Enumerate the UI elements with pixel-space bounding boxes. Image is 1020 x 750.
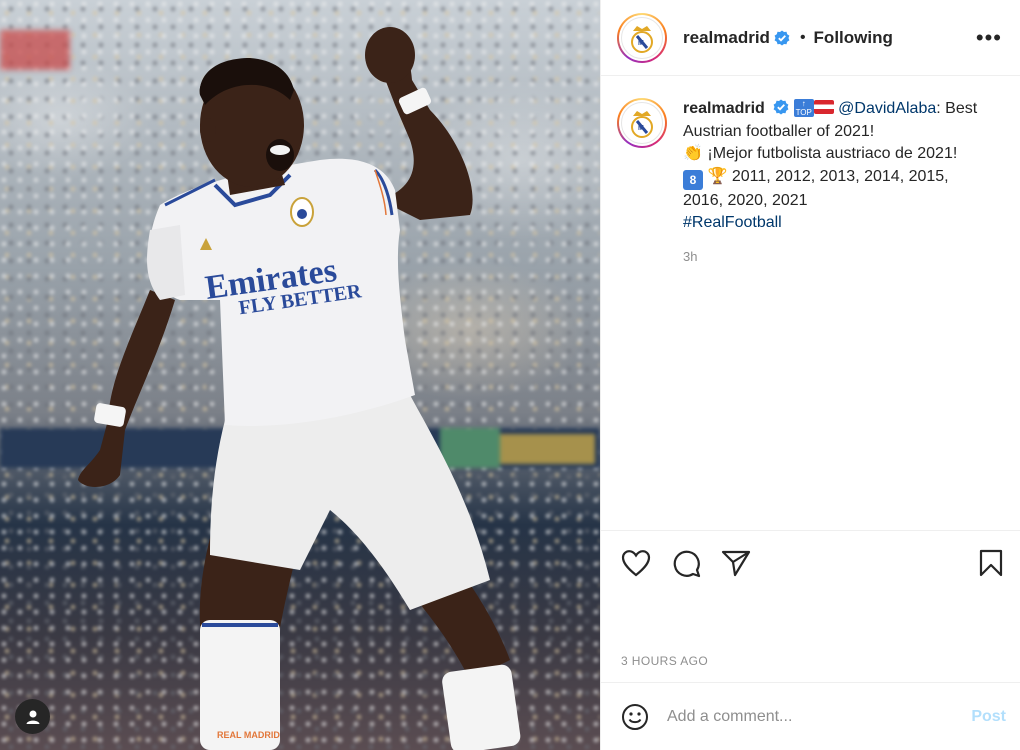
- avatar[interactable]: M: [621, 16, 663, 59]
- caption-username[interactable]: realmadrid: [683, 100, 765, 117]
- svg-text:M: M: [638, 40, 644, 47]
- emoji-button[interactable]: [621, 703, 649, 731]
- comment-input[interactable]: [665, 706, 972, 727]
- comment-bar: Post: [601, 682, 1020, 750]
- austria-flag-icon: [813, 100, 834, 114]
- post-comment-button[interactable]: Post: [971, 708, 1006, 726]
- action-bar: [601, 530, 1020, 594]
- number-8-emoji-icon: 8: [683, 169, 703, 190]
- comment-button[interactable]: [671, 548, 701, 578]
- save-button[interactable]: [978, 549, 1004, 577]
- post-header: M realmadrid • Following •••: [601, 0, 1020, 76]
- caption-line-2: ¡Mejor futbolista austriaco de 2021!: [707, 145, 958, 162]
- tagged-users-button[interactable]: [15, 699, 50, 734]
- post-timestamp[interactable]: 3 HOURS AGO: [601, 654, 1020, 682]
- trophy-emoji-icon: 🏆: [707, 167, 728, 185]
- verified-icon: [773, 99, 789, 115]
- verified-icon: [774, 30, 790, 45]
- following-button[interactable]: Following: [814, 28, 893, 48]
- sock-text: REAL MADRID: [217, 730, 280, 740]
- caption-area: M realmadrid ↑ TOP @DavidAlaba: Best Aust…: [601, 76, 1020, 530]
- username-link[interactable]: realmadrid: [683, 28, 770, 48]
- separator-dot: •: [799, 28, 806, 46]
- post-details-panel: M realmadrid • Following ••• M realmadri…: [600, 0, 1020, 750]
- hashtag-link[interactable]: #RealFootball: [683, 214, 782, 231]
- clap-emoji-icon: 👏: [683, 145, 703, 162]
- instagram-post-modal: Emirates FLY BETTER REAL MADRID M realma…: [0, 0, 1020, 750]
- caption-avatar-ring[interactable]: M: [617, 98, 667, 148]
- share-button[interactable]: [721, 549, 751, 577]
- caption-relative-time[interactable]: 3h: [683, 249, 993, 264]
- comment-icon: [673, 550, 701, 577]
- mention-link[interactable]: @DavidAlaba: [838, 100, 936, 117]
- user-icon: [26, 710, 39, 724]
- caption-avatar[interactable]: M: [621, 102, 663, 144]
- post-caption: realmadrid ↑ TOP @DavidAlaba: Best Austri…: [683, 98, 993, 235]
- story-ring[interactable]: M: [617, 12, 667, 63]
- post-photo[interactable]: Emirates FLY BETTER REAL MADRID: [0, 0, 600, 750]
- like-button[interactable]: [621, 549, 651, 577]
- share-icon: [721, 550, 751, 576]
- club-crest-icon: M: [631, 25, 653, 53]
- svg-text:M: M: [638, 125, 644, 132]
- more-icon[interactable]: •••: [976, 26, 1002, 49]
- save-icon: [979, 549, 1003, 576]
- player-figure: Emirates FLY BETTER REAL MADRID: [78, 27, 521, 750]
- club-crest-icon: M: [631, 111, 653, 138]
- top-emoji-icon: ↑ TOP: [793, 99, 814, 117]
- heart-icon: [621, 549, 651, 576]
- emoji-icon: [622, 703, 648, 730]
